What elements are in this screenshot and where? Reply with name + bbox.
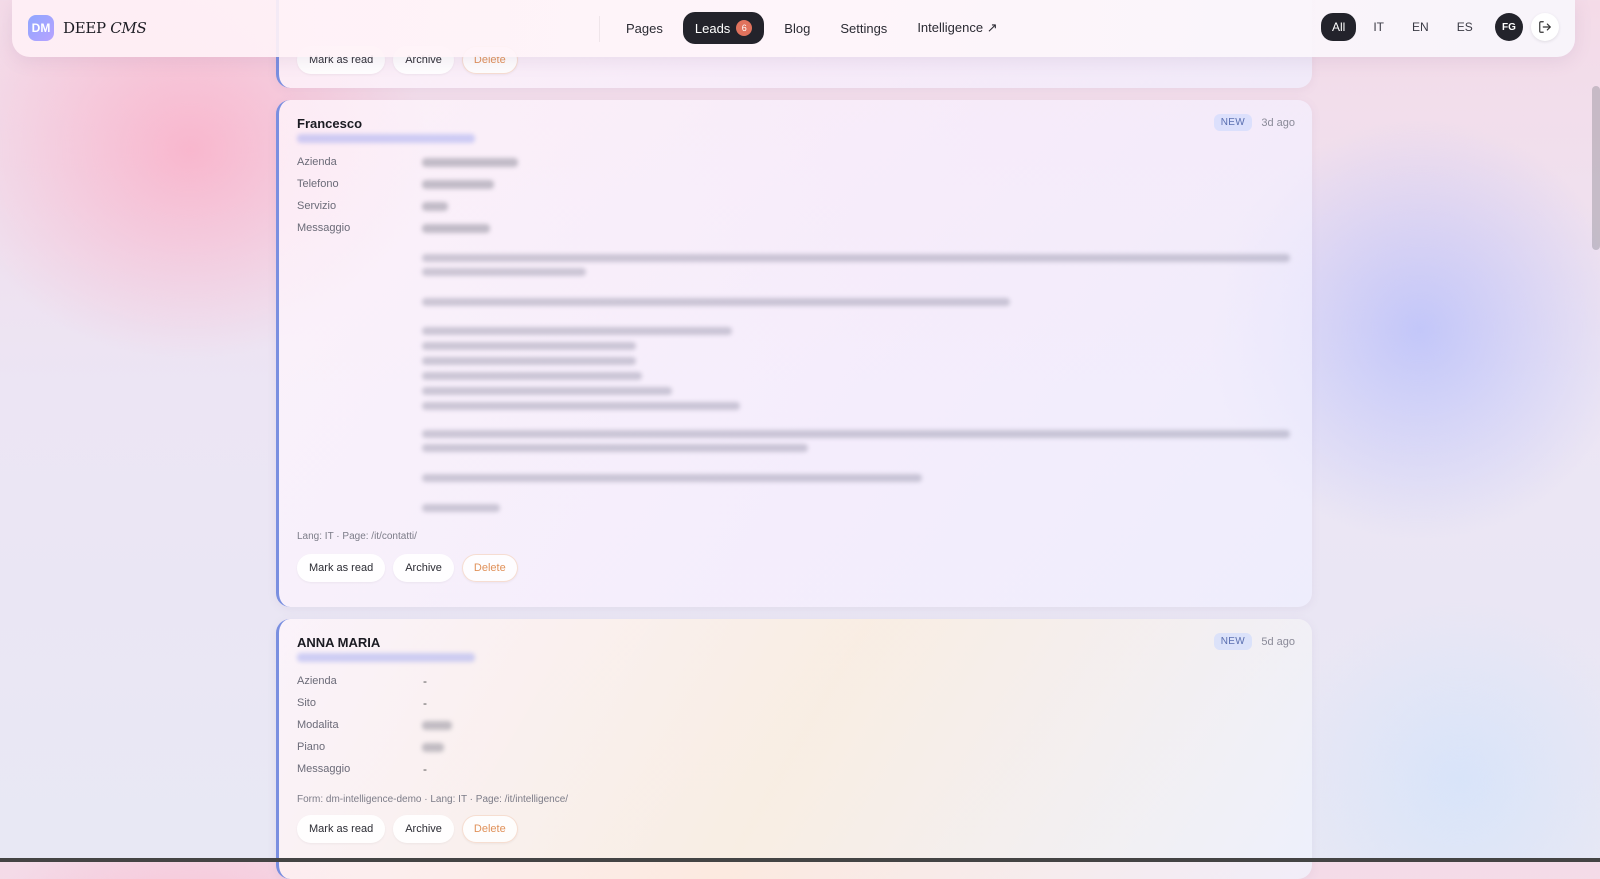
field-label: Messaggio (297, 763, 351, 775)
archive-button[interactable]: Archive (393, 815, 454, 843)
scrollbar-thumb[interactable] (1592, 86, 1600, 250)
language-filter: All IT EN ES (1321, 13, 1484, 41)
lead-card: ANNA MARIA NEW 5d ago Azienda - Sito - M… (276, 619, 1312, 879)
nav-blog[interactable]: Blog (774, 13, 820, 44)
leads-count-badge: 6 (736, 20, 753, 36)
lang-filter-es[interactable]: ES (1446, 13, 1484, 41)
field-label: Modalita (297, 719, 339, 731)
lead-name: ANNA MARIA (297, 635, 381, 650)
archive-button[interactable]: Archive (393, 554, 454, 582)
field-label: Azienda (297, 675, 337, 687)
delete-button[interactable]: Delete (461, 554, 518, 582)
field-value-redacted (422, 158, 518, 167)
field-value: - (423, 762, 427, 776)
nav-leads-label: Leads (694, 20, 731, 36)
field-label: Messaggio (297, 222, 351, 234)
lead-actions: Mark as read Archive Delete (297, 554, 518, 582)
lead-timestamp: 3d ago (1261, 117, 1295, 129)
field-value: - (423, 696, 427, 710)
user-avatar[interactable]: FG (1495, 13, 1523, 41)
lang-filter-en[interactable]: EN (1401, 13, 1440, 41)
nav-leads[interactable]: Leads 6 (682, 12, 765, 44)
nav-settings[interactable]: Settings (830, 13, 897, 44)
delete-button[interactable]: Delete (461, 815, 518, 843)
top-navigation-bar: DM DEEP CMS Pages Leads 6 Blog Settings … (12, 0, 1575, 57)
lead-actions: Mark as read Archive Delete (297, 815, 518, 843)
lead-email-redacted (297, 653, 475, 662)
field-label: Azienda (297, 156, 337, 168)
lead-name: Francesco (297, 116, 363, 131)
logout-button[interactable] (1531, 13, 1559, 41)
nav-pages[interactable]: Pages (616, 13, 673, 44)
logout-icon (1539, 21, 1551, 33)
mark-as-read-button[interactable]: Mark as read (297, 815, 386, 843)
lead-meta: Lang: IT · Page: /it/contatti/ (297, 531, 417, 542)
field-value-redacted (422, 224, 490, 233)
status-badge: NEW (1213, 114, 1252, 131)
lang-filter-all[interactable]: All (1321, 13, 1357, 41)
nav-intelligence[interactable]: Intelligence ↗ (907, 12, 1007, 44)
main-nav: Pages Leads 6 Blog Settings Intelligence… (616, 12, 1008, 44)
field-value-redacted (422, 202, 448, 211)
status-badge: NEW (1213, 633, 1252, 650)
field-label: Sito (297, 697, 316, 709)
brand[interactable]: DM DEEP CMS (28, 15, 147, 41)
lead-meta: Form: dm-intelligence-demo · Lang: IT · … (297, 794, 569, 805)
field-value: - (423, 674, 427, 688)
lead-card: Francesco NEW 3d ago Azienda Telefono Se… (276, 100, 1312, 607)
field-label: Telefono (297, 178, 339, 190)
window-bottom-edge (0, 858, 1600, 862)
nav-divider (599, 16, 600, 42)
lead-email-redacted (297, 134, 475, 143)
field-value-redacted (422, 743, 444, 752)
mark-as-read-button[interactable]: Mark as read (297, 554, 386, 582)
brand-name: DEEP CMS (63, 19, 147, 37)
field-value-redacted (422, 180, 494, 189)
field-label: Servizio (297, 200, 337, 212)
brand-logo: DM (28, 15, 54, 41)
lead-timestamp: 5d ago (1261, 636, 1295, 648)
field-value-redacted (422, 721, 452, 730)
field-label: Piano (297, 741, 326, 753)
lang-filter-it[interactable]: IT (1362, 13, 1395, 41)
